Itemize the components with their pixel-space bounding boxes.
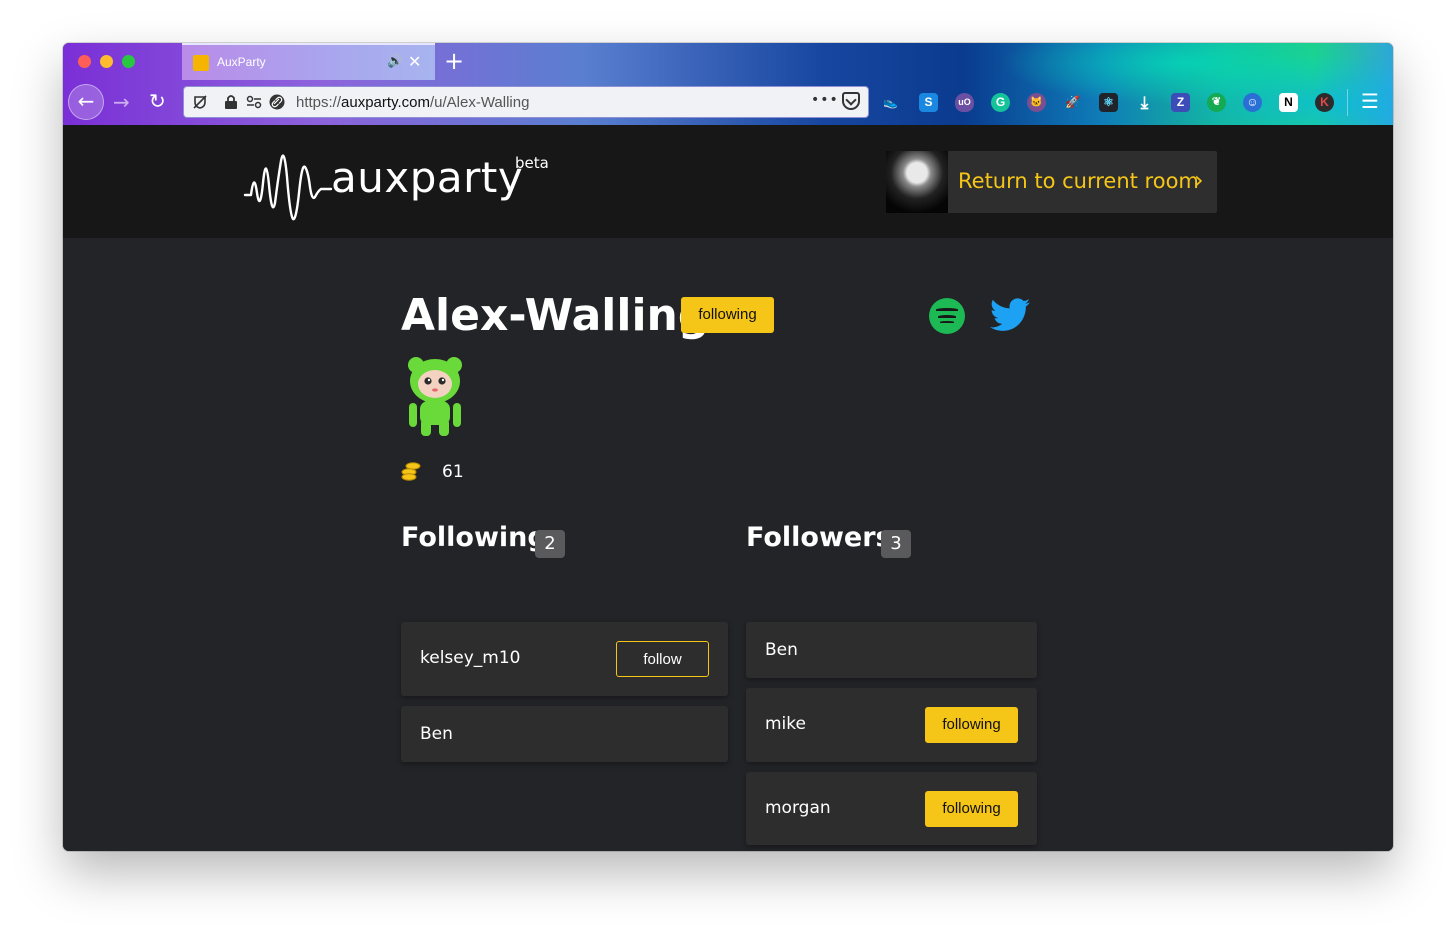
profile-following-button[interactable]: following [681,297,774,333]
z-extension-icon[interactable]: Z [1171,93,1190,112]
s-extension-icon[interactable]: S [919,93,938,112]
followers-title: Followers [746,522,892,553]
followers-count-badge: 3 [881,530,911,558]
follower-item-ben[interactable]: Ben [746,622,1037,678]
k-extension-icon[interactable]: K [1315,93,1334,112]
waveform-logo-icon [243,154,333,221]
chevron-right-icon: › [1194,166,1204,194]
download-icon[interactable]: ⤓ [1135,93,1154,112]
tracking-protection-icon[interactable] [192,94,208,110]
permissions-icon[interactable] [246,95,262,109]
leaf-extension-icon[interactable]: ❦ [1207,93,1226,112]
following-button[interactable]: following [925,791,1018,827]
pocket-icon[interactable] [842,92,860,110]
user-name[interactable]: mike [765,714,806,734]
coin-count: 61 [442,462,464,482]
page-actions-icon[interactable]: ••• [811,92,839,108]
toolbar-separator [1347,89,1348,116]
user-name[interactable]: kelsey_m10 [420,648,521,668]
following-title: Following [401,522,547,553]
react-devtools-icon[interactable]: ⚛ [1099,93,1118,112]
new-tab-button[interactable]: + [444,47,464,75]
close-window-button[interactable] [78,55,91,68]
return-to-room-button[interactable]: Return to current room › [886,151,1217,213]
following-count-badge: 2 [535,530,565,558]
grammarly-icon[interactable]: G [991,93,1010,112]
following-item-ben[interactable]: Ben [401,706,728,762]
beta-label: beta [515,154,549,172]
page-content: auxparty beta Return to current room › A… [63,125,1393,851]
tab-title: AuxParty [217,55,266,69]
site-header: auxparty beta Return to current room › [63,125,1393,238]
tab-strip: AuxParty 🔊 ✕ + [63,43,1393,80]
user-name[interactable]: Ben [420,724,453,744]
maximize-window-button[interactable] [122,55,135,68]
link-icon [269,94,285,110]
url-text[interactable]: https://auxparty.com/u/Alex-Walling [296,94,529,111]
following-item-kelsey-m10[interactable]: kelsey_m10 follow [401,622,728,696]
browser-chrome: AuxParty 🔊 ✕ + ← → ↻ https://auxparty.co… [63,43,1393,125]
follower-item-mike[interactable]: mike following [746,688,1037,762]
follow-button[interactable]: follow [616,641,709,677]
browser-window: AuxParty 🔊 ✕ + ← → ↻ https://auxparty.co… [63,43,1393,851]
account-icon[interactable]: ☺ [1243,93,1262,112]
reload-button[interactable]: ↻ [149,89,166,113]
back-button[interactable]: ← [68,84,104,120]
user-name[interactable]: Ben [765,640,798,660]
forward-button[interactable]: → [113,90,130,114]
speaker-icon[interactable]: 🔊 [387,54,403,69]
minimize-window-button[interactable] [100,55,113,68]
album-art [886,151,948,213]
follower-item-morgan[interactable]: morgan following [746,772,1037,845]
spotify-icon[interactable] [929,298,965,334]
tab-auxparty[interactable]: AuxParty 🔊 ✕ [182,43,435,80]
favicon-icon [193,55,209,71]
ublock-icon[interactable]: uO [955,93,974,112]
close-icon[interactable]: ✕ [408,52,421,71]
avatar [408,357,462,436]
cat-extension-icon[interactable]: 🐱 [1027,93,1046,112]
return-to-room-label: Return to current room [958,169,1199,193]
coins-icon [401,462,421,481]
shoe-extension-icon[interactable]: 👟 [881,93,900,112]
following-button[interactable]: following [925,707,1018,743]
notion-icon[interactable]: N [1279,93,1298,112]
twitter-icon[interactable] [990,297,1030,333]
hamburger-menu-icon[interactable]: ☰ [1361,89,1379,113]
nav-bar: ← → ↻ https://auxparty.com/u/Alex-Wallin… [63,80,1393,125]
url-bar[interactable]: https://auxparty.com/u/Alex-Walling ••• [183,86,869,118]
profile-name: Alex-Walling [401,290,710,341]
rocket-extension-icon[interactable]: 🚀 [1063,93,1082,112]
logo-text: auxparty [331,153,524,202]
auxparty-logo[interactable]: auxparty beta [243,143,553,223]
user-name[interactable]: morgan [765,798,831,818]
lock-icon[interactable] [224,94,238,110]
